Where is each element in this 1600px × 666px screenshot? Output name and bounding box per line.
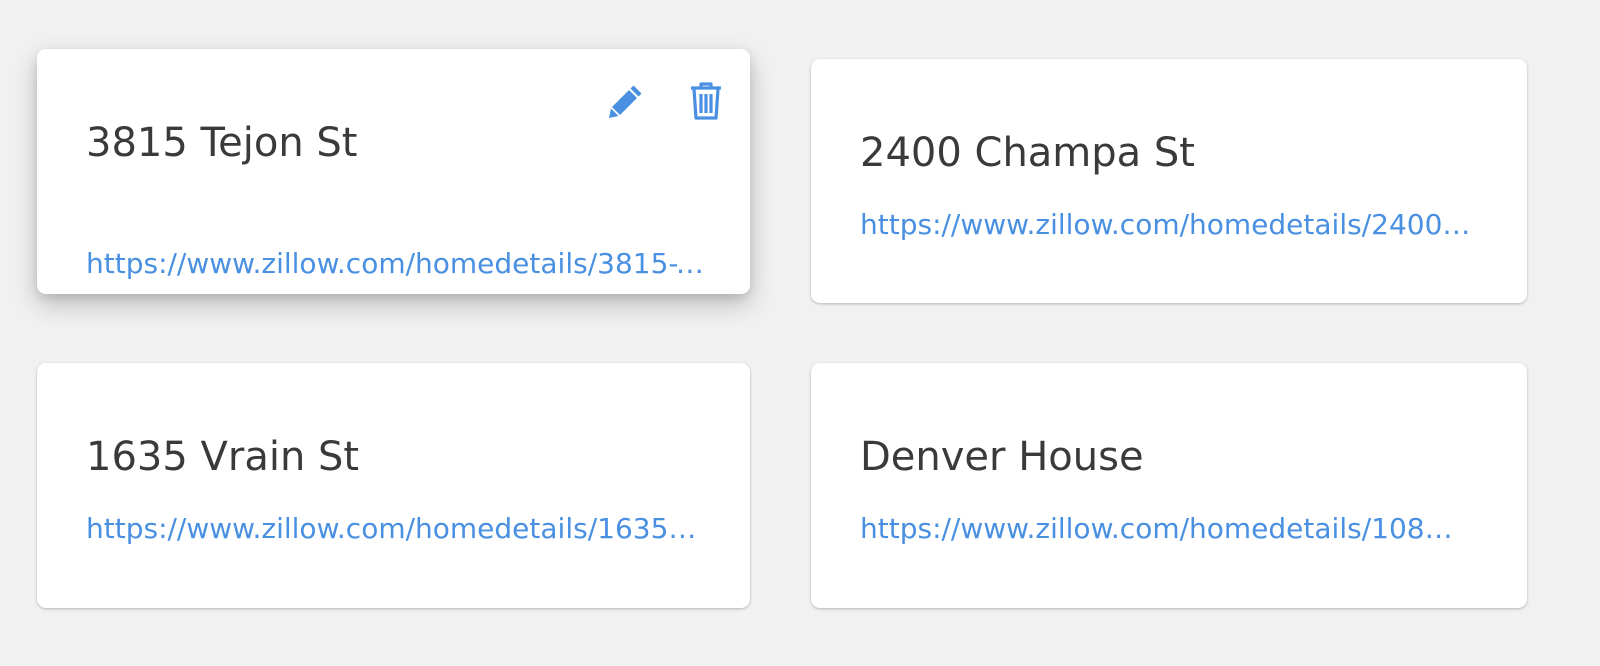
house-card[interactable]: 3815 Tejon St https://www.zillow.com/hom… [37,49,750,294]
delete-button[interactable] [686,79,726,123]
trash-icon [691,82,721,120]
house-card[interactable]: 2400 Champa St https://www.zillow.com/ho… [811,59,1527,303]
house-url-link[interactable]: https://www.zillow.com/homedetails/1635-… [86,512,704,546]
house-title: 3815 Tejon St [86,120,358,166]
house-title: 2400 Champa St [860,130,1195,176]
house-card[interactable]: Denver House https://www.zillow.com/home… [811,363,1527,608]
house-title: Denver House [860,434,1144,480]
house-grid: 3815 Tejon St https://www.zillow.com/hom… [37,0,1527,666]
house-url-link[interactable]: https://www.zillow.com/homedetails/3815-… [86,247,704,281]
card-actions [606,79,726,123]
pencil-icon [609,85,642,118]
house-title: 1635 Vrain St [86,434,360,480]
house-url-link[interactable]: https://www.zillow.com/homedetails/108-D… [860,512,1460,546]
house-card[interactable]: 1635 Vrain St https://www.zillow.com/hom… [37,363,750,608]
edit-button[interactable] [606,79,646,123]
house-url-link[interactable]: https://www.zillow.com/homedetails/2400-… [860,208,1480,242]
